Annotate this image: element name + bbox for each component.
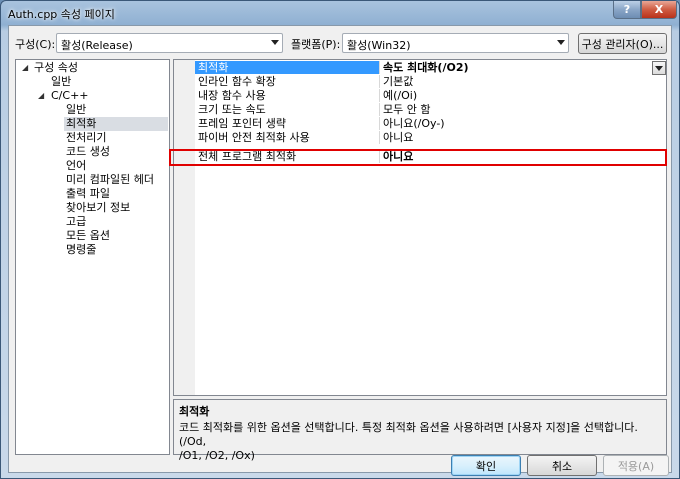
- tree-item-code-generation[interactable]: 코드 생성: [66, 145, 110, 159]
- close-button[interactable]: X: [641, 1, 677, 19]
- grid-row-value[interactable]: 아니요(/Oy-): [379, 117, 652, 130]
- tree-item-cpp-general[interactable]: 일반: [66, 103, 86, 117]
- title-bar[interactable]: Auth.cpp 속성 페이지 ? X: [1, 1, 679, 25]
- grid-row-intrinsic-functions[interactable]: 내장 함수 사용 예(/Oi): [174, 89, 652, 102]
- window-title: Auth.cpp 속성 페이지: [8, 8, 115, 21]
- chevron-down-icon: [557, 40, 565, 45]
- tree-item-browse-information[interactable]: 찾아보기 정보: [66, 201, 130, 215]
- tree-item-config-properties[interactable]: 구성 속성: [34, 61, 78, 75]
- tree-item-command-line[interactable]: 명령줄: [66, 243, 96, 257]
- grid-row-name: 인라인 함수 확장: [198, 75, 276, 88]
- grid-row-inline-expansion[interactable]: 인라인 함수 확장 기본값: [174, 75, 652, 88]
- dialog-client: 구성(C): 활성(Release) 플랫폼(P): 활성(Win32) 구성 …: [8, 25, 672, 476]
- grid-row-name: 파이버 안전 최적화 사용: [198, 131, 310, 144]
- config-select[interactable]: 활성(Release): [56, 33, 283, 53]
- highlight-box: [169, 149, 667, 166]
- grid-row-value[interactable]: 모두 안 함: [379, 103, 652, 116]
- config-select-value: 활성(Release): [61, 39, 133, 52]
- config-label: 구성(C):: [15, 38, 56, 51]
- tree-item-cpp[interactable]: C/C++: [51, 89, 89, 103]
- help-button[interactable]: ?: [613, 1, 641, 19]
- description-panel: 최적화 코드 최적화를 위한 옵션을 선택합니다. 특정 최적화 옵션을 사용하…: [173, 399, 667, 462]
- platform-select[interactable]: 활성(Win32): [342, 33, 569, 53]
- grid-row-value[interactable]: 아니요: [379, 131, 652, 144]
- tree-item-general[interactable]: 일반: [51, 75, 71, 89]
- description-title: 최적화: [179, 405, 210, 418]
- tree-item-precompiled-headers[interactable]: 미리 컴파일된 헤더: [66, 173, 154, 187]
- ok-button[interactable]: 확인: [451, 455, 521, 476]
- grid-row-name: 최적화: [195, 61, 379, 74]
- cancel-button[interactable]: 취소: [527, 455, 597, 476]
- tree-item-language[interactable]: 언어: [66, 159, 86, 173]
- description-line-1: 코드 최적화를 위한 옵션을 선택합니다. 특정 최적화 옵션을 사용하려면 […: [179, 421, 638, 448]
- collapse-triangle-icon[interactable]: ◢: [22, 63, 28, 72]
- chevron-down-icon: [655, 66, 663, 71]
- config-manager-button[interactable]: 구성 관리자(O)...: [578, 33, 667, 54]
- grid-row-name: 내장 함수 사용: [198, 89, 266, 102]
- apply-button[interactable]: 적용(A): [603, 455, 669, 476]
- tree-item-preprocessor[interactable]: 전처리기: [66, 131, 106, 145]
- tree-item-advanced[interactable]: 고급: [66, 215, 86, 229]
- properties-window: Auth.cpp 속성 페이지 ? X 구성(C): 활성(Release) 플…: [0, 0, 680, 479]
- grid-row-value[interactable]: 기본값: [379, 75, 652, 88]
- grid-row-name: 크기 또는 속도: [198, 103, 266, 116]
- platform-label: 플랫폼(P):: [291, 38, 341, 51]
- chevron-down-icon: [271, 40, 279, 45]
- grid-row-optimization[interactable]: 최적화 속도 최대화(/O2): [174, 61, 652, 74]
- tree-item-optimization[interactable]: 최적화: [64, 117, 168, 131]
- property-grid[interactable]: 최적화 속도 최대화(/O2) 인라인 함수 확장 기본값 내장 함수 사용 예…: [173, 59, 667, 396]
- grid-row-value[interactable]: 속도 최대화(/O2): [379, 61, 652, 74]
- platform-select-value: 활성(Win32): [347, 39, 411, 52]
- collapse-triangle-icon[interactable]: ◢: [38, 91, 44, 100]
- property-tree[interactable]: ◢ 구성 속성 일반 ◢ C/C++ 일반 최적화 전처리기 코드 생성 언어 …: [15, 59, 170, 455]
- grid-row-name: 프레임 포인터 생략: [198, 117, 286, 130]
- grid-row-value[interactable]: 예(/Oi): [379, 89, 652, 102]
- tree-item-output-files[interactable]: 출력 파일: [66, 187, 110, 201]
- value-dropdown-button[interactable]: [652, 61, 666, 75]
- grid-row-omit-frame-pointers[interactable]: 프레임 포인터 생략 아니요(/Oy-): [174, 117, 652, 130]
- grid-row-fiber-safe[interactable]: 파이버 안전 최적화 사용 아니요: [174, 131, 652, 144]
- tree-item-all-options[interactable]: 모든 옵션: [66, 229, 110, 243]
- grid-row-favor-size-speed[interactable]: 크기 또는 속도 모두 안 함: [174, 103, 652, 116]
